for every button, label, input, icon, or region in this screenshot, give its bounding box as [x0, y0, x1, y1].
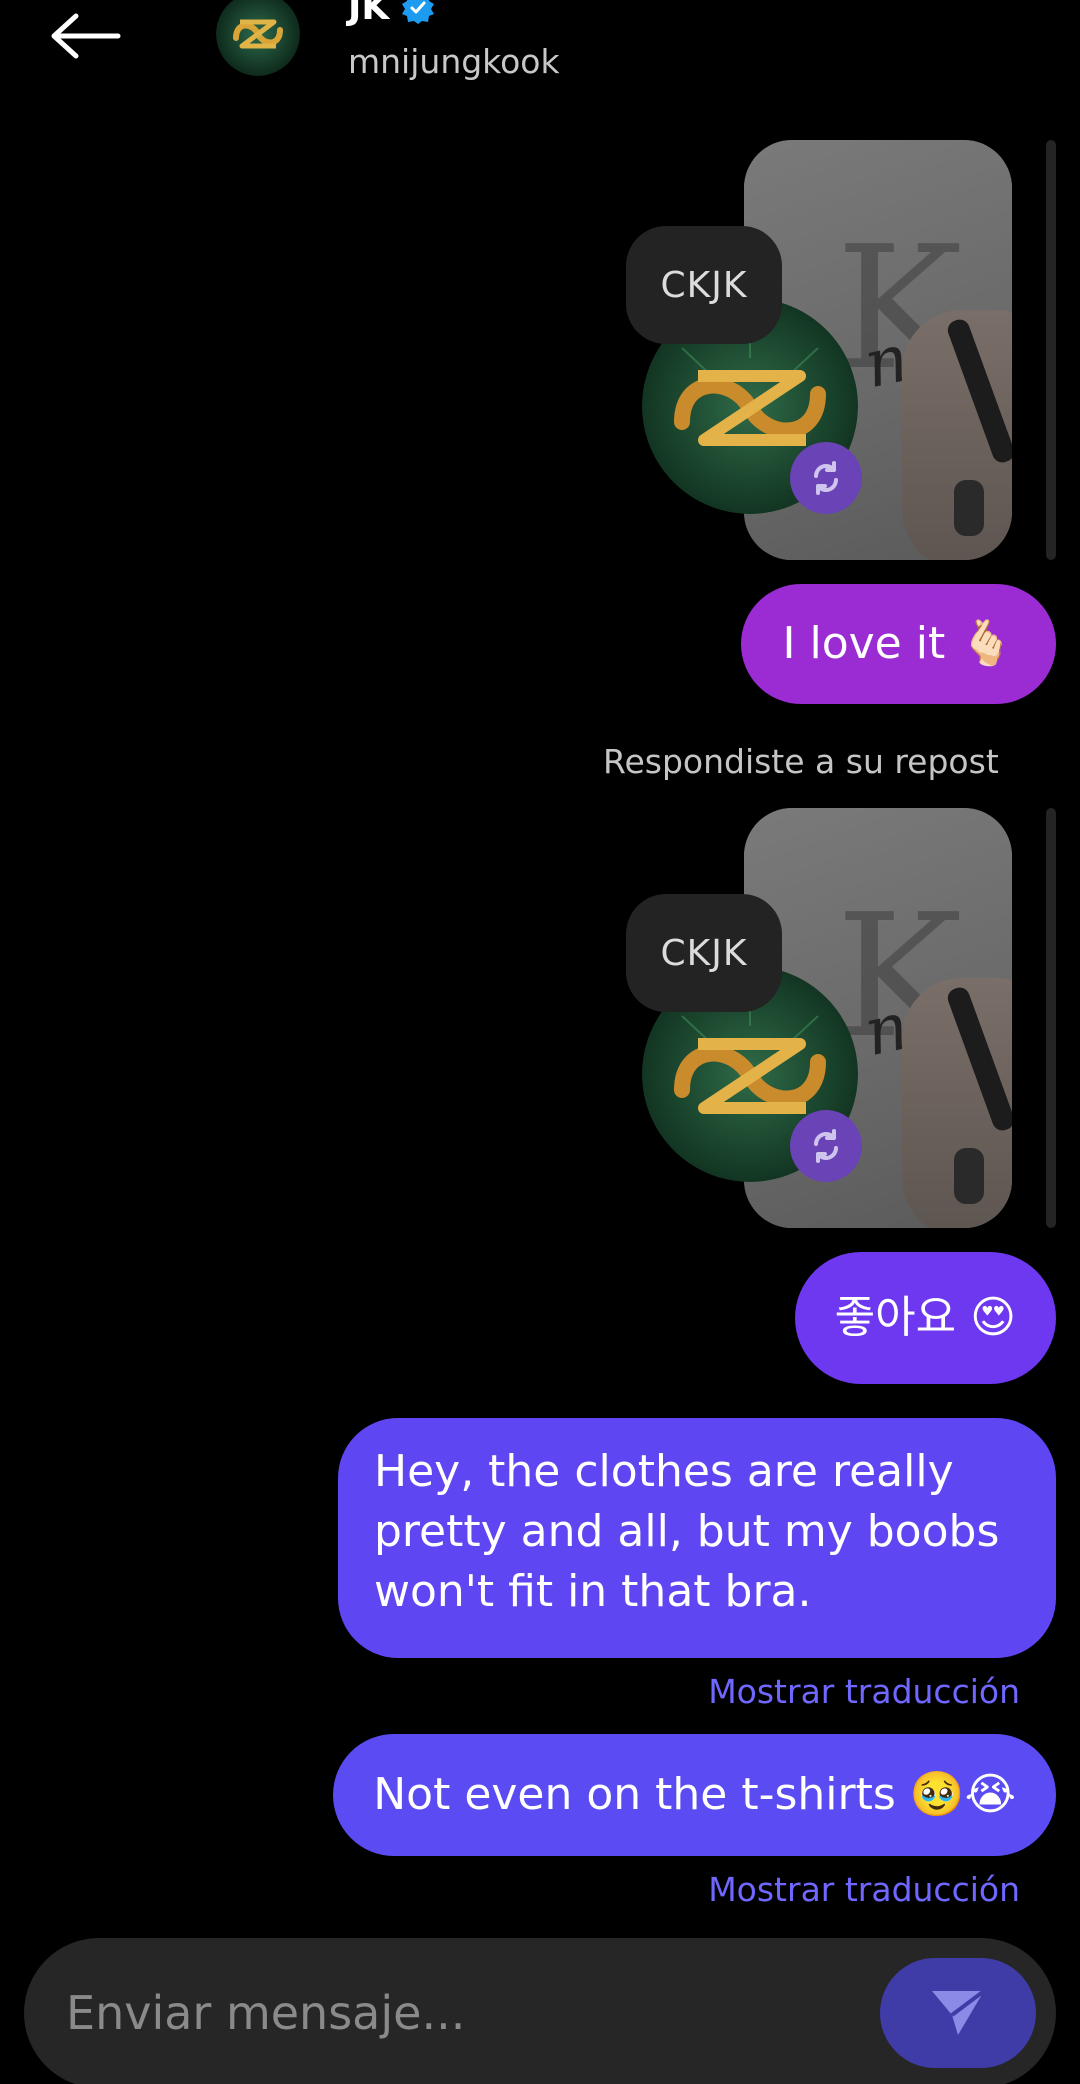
shared-repost-card-1[interactable]: K ngko CKJK [626, 140, 1012, 560]
repost-icon [790, 1110, 862, 1182]
message-input[interactable] [66, 1938, 866, 2084]
send-icon [932, 1989, 986, 2035]
message-emoji: 🥹😭 [909, 1769, 1016, 1820]
verified-badge-icon [402, 0, 435, 24]
repost-label: CKJK [626, 226, 782, 344]
message-emoji: 🫰🏻 [959, 618, 1014, 669]
back-arrow-icon [51, 13, 121, 59]
back-button[interactable] [46, 8, 126, 64]
message-text: Not even on the t-shirts [373, 1769, 896, 1820]
repost-label: CKJK [626, 894, 782, 1012]
contact-name: JK [348, 0, 390, 28]
message-emoji: 😍 [970, 1292, 1016, 1343]
message-bubble[interactable]: Hey, the clothes are really pretty and a… [338, 1418, 1056, 1658]
message-bubble[interactable]: I love it 🫰🏻 [740, 584, 1056, 704]
show-translation-link[interactable]: Mostrar traducción [708, 1870, 1020, 1909]
message-text: Hey, the clothes are really pretty and a… [374, 1446, 1000, 1617]
contact-username: mnijungkook [348, 42, 560, 81]
show-translation-link[interactable]: Mostrar traducción [708, 1672, 1020, 1711]
message-text: 좋아요 [834, 1292, 957, 1343]
shared-repost-card-2[interactable]: K ngko CKJK [626, 808, 1012, 1228]
send-button[interactable] [880, 1958, 1036, 2068]
scroll-indicator [1046, 140, 1056, 560]
message-bubble[interactable]: Not even on the t-shirts 🥹😭 [333, 1734, 1056, 1856]
scroll-indicator [1046, 808, 1056, 1228]
profile-avatar[interactable] [216, 0, 300, 76]
message-text: I love it [782, 618, 946, 669]
message-composer [24, 1938, 1056, 2084]
repost-icon [790, 442, 862, 514]
message-bubble[interactable]: 좋아요 😍 [794, 1252, 1056, 1384]
reply-note: Respondiste a su repost [603, 742, 999, 781]
contact-name-row: JK [348, 0, 435, 30]
